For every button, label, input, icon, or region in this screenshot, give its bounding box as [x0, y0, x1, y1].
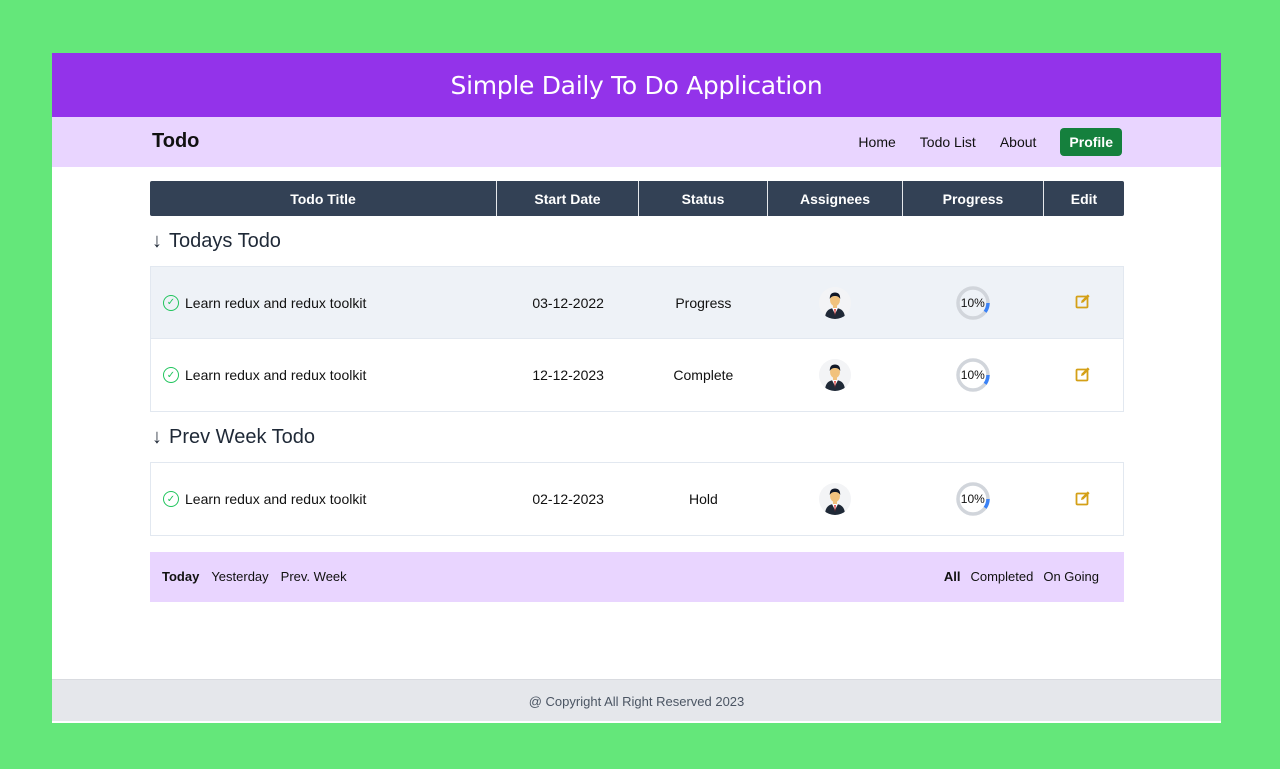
filter-yesterday[interactable]: Yesterday: [211, 569, 268, 584]
filter-on-going[interactable]: On Going: [1043, 569, 1099, 584]
check-circle-icon[interactable]: ✓: [163, 294, 179, 311]
navbar: Todo Home Todo List About Profile: [52, 117, 1221, 167]
brand-logo[interactable]: Todo: [152, 130, 199, 153]
todo-group: ✓ Learn redux and redux toolkit 02-12-2023…: [150, 462, 1124, 536]
status-filters: All Completed On Going: [934, 569, 1099, 584]
progress-value: 10%: [960, 295, 985, 310]
header-status: Status: [639, 181, 768, 216]
arrow-down-icon: ↓: [152, 229, 162, 252]
progress-cell: 10%: [902, 339, 1043, 411]
edit-cell: [1043, 267, 1123, 338]
footer-divider: [52, 721, 1221, 723]
section-title-text: Todays Todo: [169, 229, 281, 252]
todo-title-cell: ✓ Learn redux and redux toolkit: [151, 339, 497, 411]
todo-table: Todo Title Start Date Status Assignees P…: [150, 181, 1124, 602]
filter-completed[interactable]: Completed: [970, 569, 1033, 584]
table-row[interactable]: ✓ Learn redux and redux toolkit 12-12-2023…: [151, 339, 1123, 411]
app-title: Simple Daily To Do Application: [450, 70, 823, 100]
nav-link-home[interactable]: Home: [858, 134, 895, 150]
filter-today[interactable]: Today: [162, 569, 199, 584]
date-filters: Today Yesterday Prev. Week: [162, 569, 359, 584]
todo-title-cell: ✓ Learn redux and redux toolkit: [151, 267, 497, 338]
copyright-text: @ Copyright All Right Reserved 2023: [528, 694, 745, 709]
header-assignees: Assignees: [768, 181, 903, 216]
todo-group: ✓ Learn redux and redux toolkit 03-12-2022…: [150, 266, 1124, 412]
edit-cell: [1043, 339, 1123, 411]
progress-ring: 10%: [955, 357, 991, 393]
todo-title-cell: ✓ Learn redux and redux toolkit: [151, 463, 497, 535]
check-circle-icon[interactable]: ✓: [163, 367, 179, 383]
avatar-icon: [819, 286, 852, 319]
section-title: ↓ Prev Week Todo: [150, 412, 1124, 462]
progress-cell: 10%: [902, 463, 1043, 535]
nav-links: Home Todo List About Profile: [858, 128, 1122, 156]
arrow-down-icon: ↓: [152, 425, 162, 448]
header-todo-title: Todo Title: [150, 181, 497, 216]
start-date: 03-12-2022: [532, 294, 604, 311]
edit-cell: [1043, 463, 1123, 535]
status: Complete: [673, 367, 734, 383]
edit-icon[interactable]: [1075, 490, 1091, 509]
todo-title: Learn redux and redux toolkit: [185, 367, 367, 383]
filter-prev-week[interactable]: Prev. Week: [281, 569, 347, 584]
section-title: ↓ Todays Todo: [150, 216, 1124, 266]
assignee-cell: [768, 267, 903, 338]
todo-title: Learn redux and redux toolkit: [185, 294, 367, 311]
edit-icon[interactable]: [1075, 293, 1091, 312]
check-circle-icon[interactable]: ✓: [163, 491, 179, 507]
status: Hold: [688, 491, 718, 507]
nav-link-todo-list[interactable]: Todo List: [920, 134, 976, 150]
profile-button[interactable]: Profile: [1060, 128, 1122, 156]
progress-ring: 10%: [955, 285, 991, 321]
table-row[interactable]: ✓ Learn redux and redux toolkit 03-12-2022…: [151, 267, 1123, 339]
progress-ring: 10%: [955, 481, 991, 517]
avatar-icon: [819, 359, 852, 391]
header-start-date: Start Date: [497, 181, 639, 216]
start-date: 02-12-2023: [532, 491, 604, 507]
filter-bar: Today Yesterday Prev. Week All Completed…: [150, 552, 1124, 602]
header-edit: Edit: [1070, 190, 1098, 207]
app-banner: Simple Daily To Do Application: [52, 53, 1221, 117]
progress-cell: 10%: [902, 267, 1043, 338]
progress-value: 10%: [960, 368, 985, 382]
assignee-cell: [768, 339, 903, 411]
app-window: Simple Daily To Do Application Todo Home…: [52, 53, 1221, 723]
table-header: Todo Title Start Date Status Assignees P…: [150, 181, 1124, 216]
nav-link-about[interactable]: About: [1000, 134, 1037, 150]
table-row[interactable]: ✓ Learn redux and redux toolkit 02-12-2023…: [151, 463, 1123, 535]
edit-icon[interactable]: [1075, 366, 1091, 385]
footer: @ Copyright All Right Reserved 2023: [52, 679, 1221, 723]
header-progress: Progress: [903, 181, 1044, 216]
status: Progress: [675, 294, 732, 311]
filter-all[interactable]: All: [944, 569, 961, 584]
progress-value: 10%: [960, 492, 985, 506]
todo-title: Learn redux and redux toolkit: [185, 491, 367, 507]
todo-sections: ↓ Todays Todo ✓ Learn redux and redux toolk…: [150, 216, 1124, 536]
section-title-text: Prev Week Todo: [169, 425, 316, 448]
start-date: 12-12-2023: [532, 367, 604, 383]
assignee-cell: [768, 463, 903, 535]
avatar-icon: [819, 483, 852, 515]
